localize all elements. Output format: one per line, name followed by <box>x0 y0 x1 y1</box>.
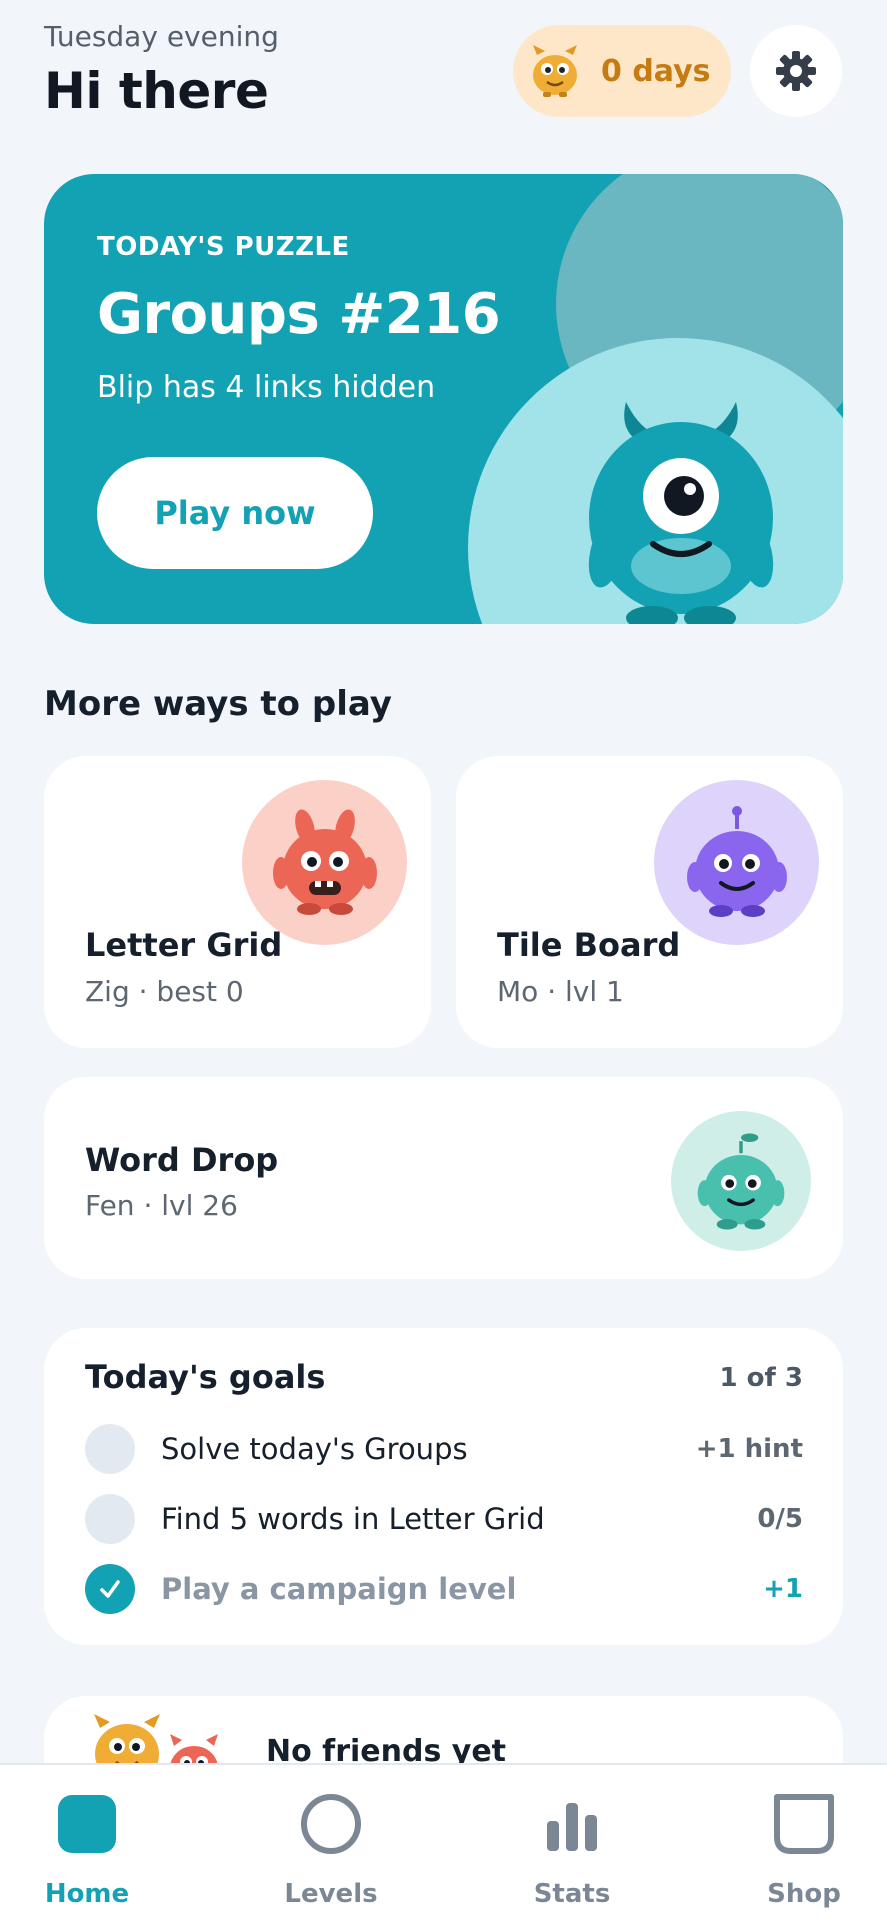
avatar <box>654 780 819 945</box>
nav-item-shop[interactable]: Shop <box>719 1765 887 1922</box>
goal-checkbox-checked[interactable] <box>85 1564 135 1614</box>
levels-icon <box>301 1794 361 1854</box>
goal-item[interactable]: Solve today's Groups +1 hint <box>85 1424 803 1474</box>
goal-text: Find 5 words in Letter Grid <box>161 1502 545 1536</box>
nav-label: Levels <box>284 1879 378 1909</box>
gear-icon <box>776 51 816 91</box>
nav-label: Shop <box>767 1879 841 1909</box>
game-card-tile-board[interactable]: Tile Board Mo · lvl 1 <box>456 756 843 1048</box>
shop-icon <box>774 1794 834 1854</box>
stats-icon <box>547 1803 597 1851</box>
goals-card: Today's goals 1 of 3 Solve today's Group… <box>44 1328 843 1645</box>
nav-label: Stats <box>533 1879 611 1909</box>
checkmark-icon <box>100 1580 120 1598</box>
bottom-nav: Home Levels Stats Shop <box>0 1763 887 1922</box>
goal-reward: +1 hint <box>695 1434 803 1464</box>
game-title: Word Drop <box>85 1141 279 1179</box>
daily-puzzle-card[interactable]: TODAY'S PUZZLE Groups #216 Blip has 4 li… <box>44 174 843 624</box>
settings-button[interactable] <box>750 25 842 117</box>
puzzle-title: Groups #216 <box>97 282 501 347</box>
game-card-word-drop[interactable]: Word Drop Fen · lvl 26 <box>44 1077 843 1279</box>
fen-monster-icon <box>697 1133 785 1230</box>
game-subtitle: Mo · lvl 1 <box>497 975 624 1008</box>
goal-item[interactable]: Find 5 words in Letter Grid 0/5 <box>85 1494 803 1544</box>
goal-item[interactable]: Play a campaign level +1 <box>85 1564 803 1614</box>
page-title: Hi there <box>44 62 269 120</box>
zig-monster-icon <box>272 808 377 915</box>
goal-reward: 0/5 <box>757 1504 803 1534</box>
mo-monster-icon <box>686 805 787 917</box>
streak-label: 0 days <box>601 53 711 89</box>
puzzle-subtitle: Blip has 4 links hidden <box>97 370 436 405</box>
avatar <box>242 780 407 945</box>
goals-count: 1 of 3 <box>719 1363 803 1393</box>
game-title: Tile Board <box>497 926 681 964</box>
blip-monster-icon <box>588 402 774 624</box>
goal-checkbox[interactable] <box>85 1494 135 1544</box>
nav-item-home[interactable]: Home <box>2 1765 172 1922</box>
game-title: Letter Grid <box>85 926 283 964</box>
avatar <box>671 1111 811 1251</box>
puzzle-label: TODAY'S PUZZLE <box>97 232 350 262</box>
game-card-letter-grid[interactable]: Letter Grid Zig · best 0 <box>44 756 431 1048</box>
game-subtitle: Zig · best 0 <box>85 975 244 1008</box>
section-title: More ways to play <box>44 684 392 724</box>
goal-reward: +1 <box>763 1574 803 1604</box>
streak-badge[interactable]: 0 days <box>513 25 731 117</box>
nav-item-stats[interactable]: Stats <box>487 1765 657 1922</box>
play-now-button[interactable]: Play now <box>97 457 373 569</box>
nav-item-levels[interactable]: Levels <box>246 1765 416 1922</box>
goal-text: Solve today's Groups <box>161 1432 468 1466</box>
greeting-text: Tuesday evening <box>44 20 279 53</box>
goals-title: Today's goals <box>85 1358 326 1396</box>
goal-text: Play a campaign level <box>161 1572 517 1606</box>
nav-label: Home <box>44 1879 130 1909</box>
home-icon <box>58 1795 116 1853</box>
goal-checkbox[interactable] <box>85 1424 135 1474</box>
monster-icon <box>533 45 577 97</box>
game-subtitle: Fen · lvl 26 <box>85 1189 238 1222</box>
